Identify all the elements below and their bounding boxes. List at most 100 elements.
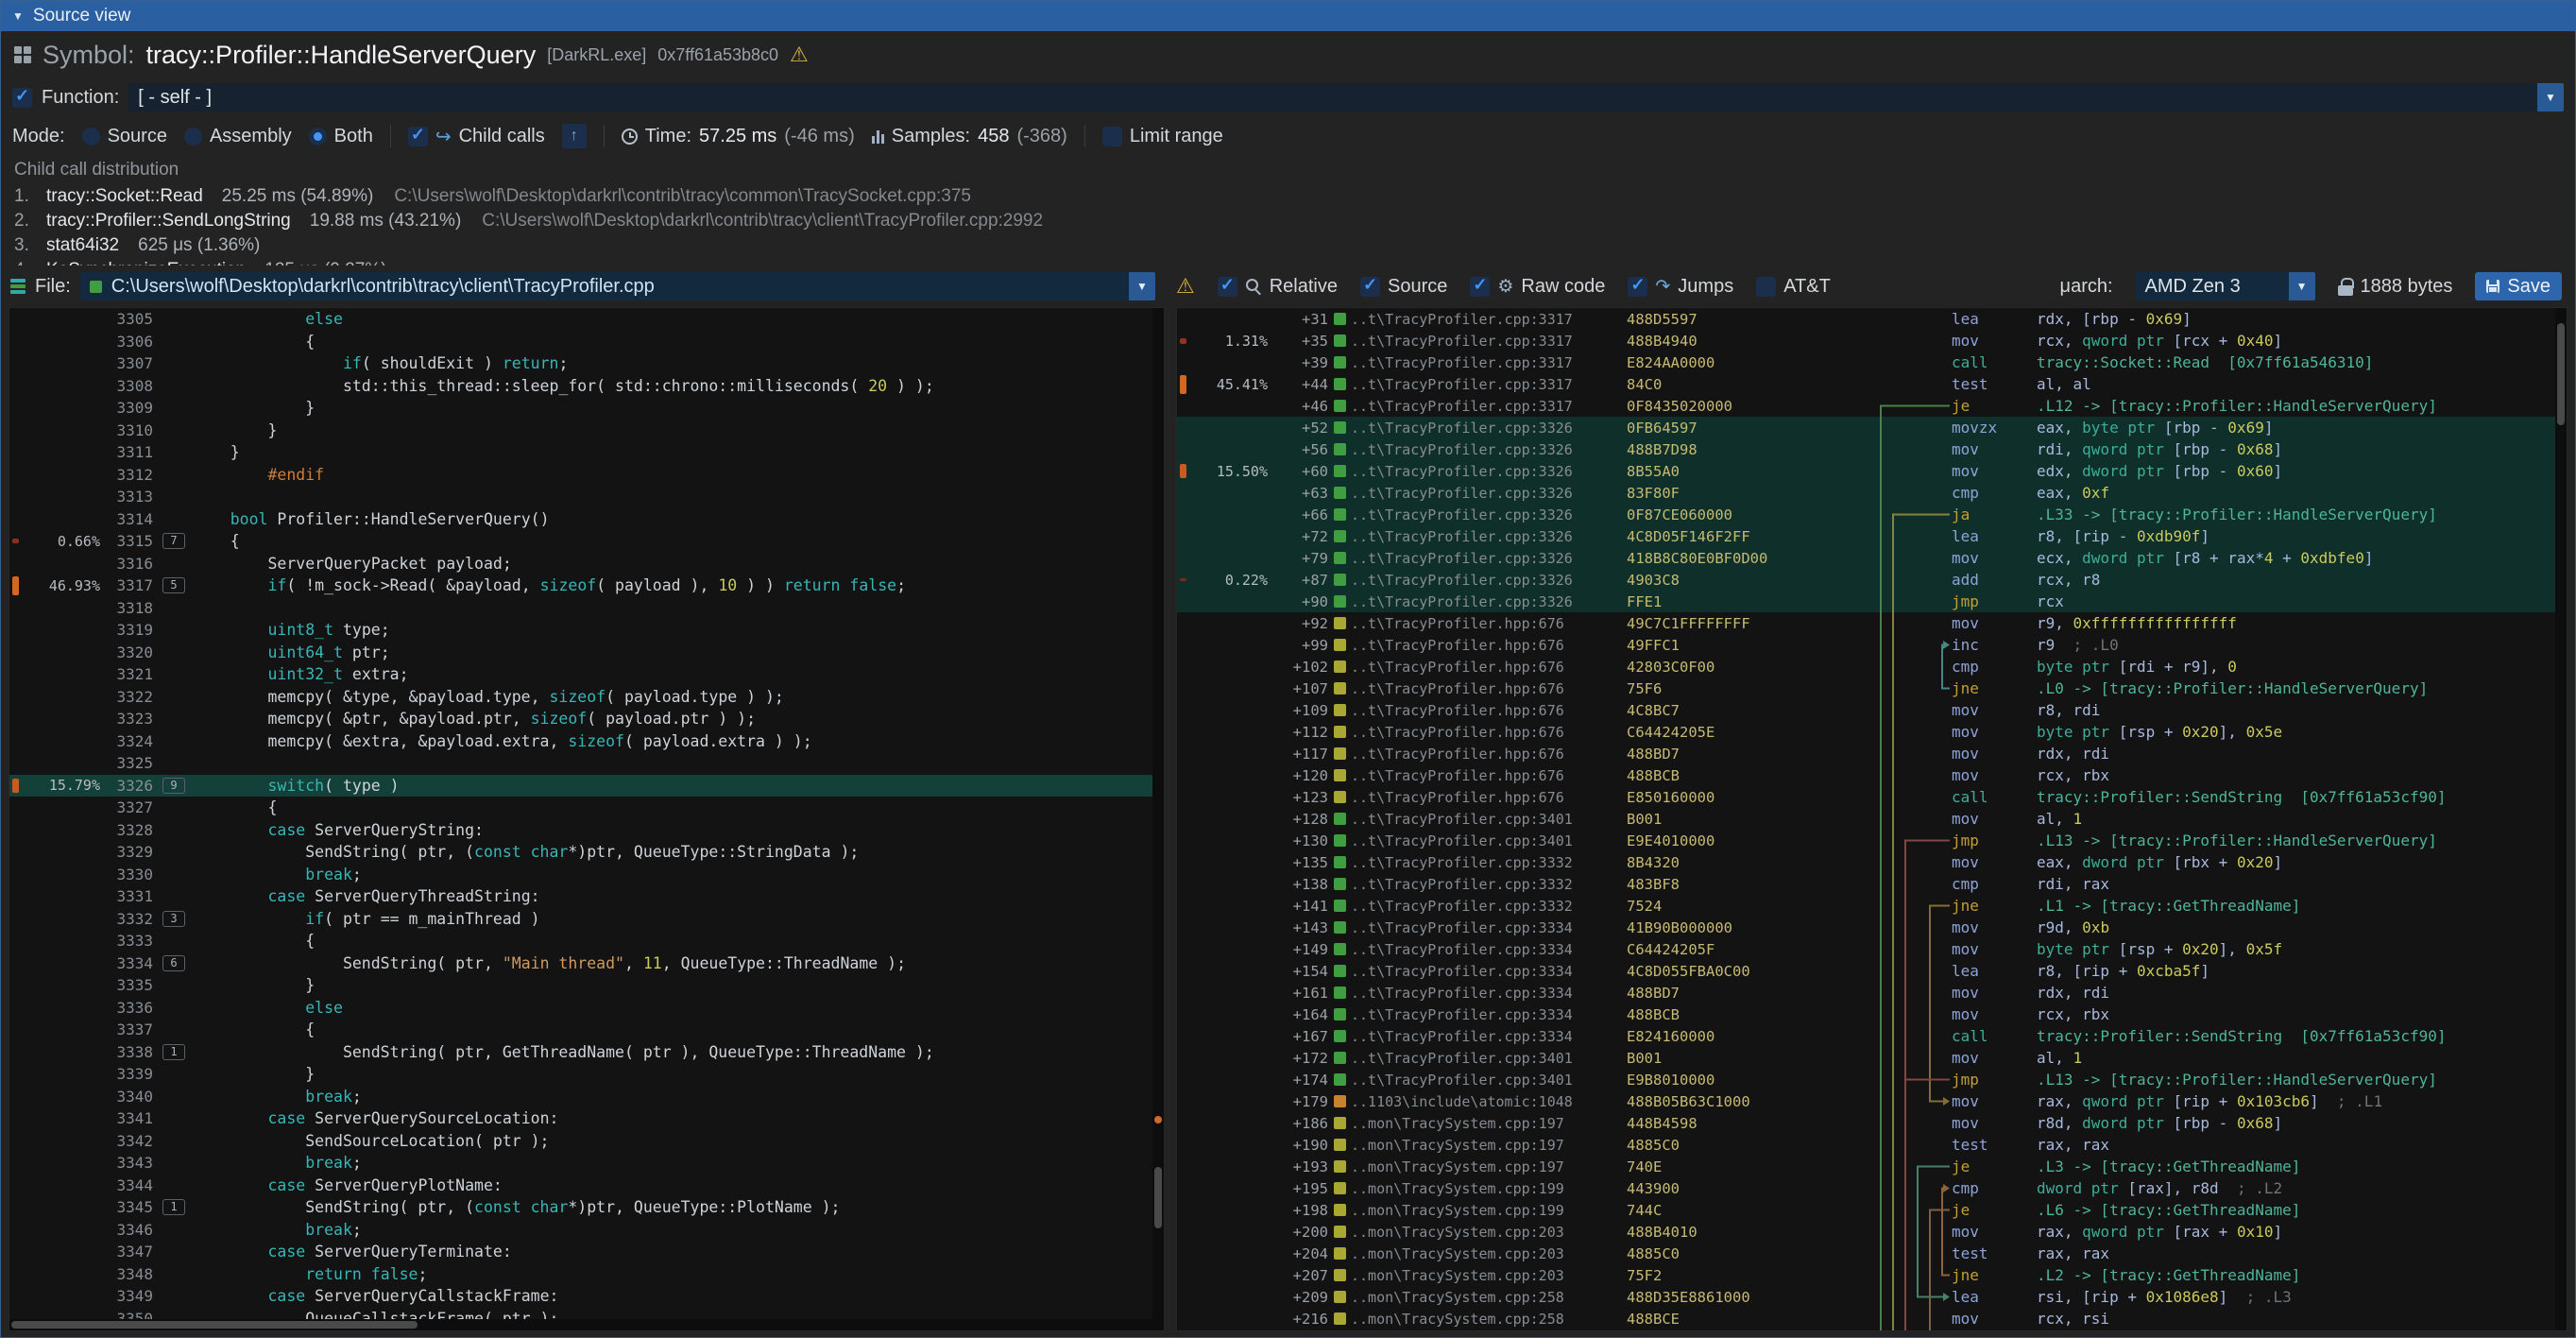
source-line[interactable]: 3324 memcpy( &extra, &payload.extra, siz…	[9, 730, 1164, 753]
chevron-down-icon[interactable]: ▼	[2289, 272, 2315, 300]
asm-source-location[interactable]: ..t\TracyProfiler.cpp:3326	[1351, 463, 1627, 480]
asm-row[interactable]: +204 ..mon\TracySystem.cpp:203 4885C0 te…	[1177, 1243, 2567, 1264]
asm-row[interactable]: +66 ..t\TracyProfiler.cpp:3326 0F87CE060…	[1177, 504, 2567, 525]
asm-row[interactable]: +141 ..t\TracyProfiler.cpp:3332 7524 jne…	[1177, 895, 2567, 917]
att-toggle[interactable]: AT&T	[1756, 276, 1831, 298]
scrollbar-thumb[interactable]	[11, 1321, 418, 1329]
asm-row[interactable]: +63 ..t\TracyProfiler.cpp:3326 83F80F cm…	[1177, 482, 2567, 504]
asm-source-location[interactable]: ..mon\TracySystem.cpp:258	[1351, 1289, 1627, 1306]
file-combo[interactable]: C:\Users\wolf\Desktop\darkrl\contrib\tra…	[80, 272, 1155, 300]
asm-row[interactable]: +193 ..mon\TracySystem.cpp:197 740E je .…	[1177, 1156, 2567, 1177]
asm-source-location[interactable]: ..t\TracyProfiler.hpp:676	[1351, 789, 1627, 806]
source-line[interactable]: 3342 SendSourceLocation( ptr );	[9, 1130, 1164, 1153]
source-line[interactable]: 3343 break;	[9, 1152, 1164, 1175]
asm-row[interactable]: +46 ..t\TracyProfiler.cpp:3317 0F8435020…	[1177, 395, 2567, 417]
asm-source-location[interactable]: ..1103\include\atomic:1048	[1351, 1093, 1627, 1110]
asm-row[interactable]: +149 ..t\TracyProfiler.cpp:3334 C6442420…	[1177, 938, 2567, 960]
asm-source-location[interactable]: ..t\TracyProfiler.cpp:3401	[1351, 832, 1627, 849]
asm-source-location[interactable]: ..t\TracyProfiler.hpp:676	[1351, 680, 1627, 697]
asm-row[interactable]: +161 ..t\TracyProfiler.cpp:3334 488BD7 m…	[1177, 982, 2567, 1004]
child-call-entry[interactable]: 2. tracy::Profiler::SendLongString 19.88…	[14, 209, 2562, 233]
asm-source-location[interactable]: ..mon\TracySystem.cpp:197	[1351, 1115, 1627, 1132]
asm-row[interactable]: +90 ..t\TracyProfiler.cpp:3326 FFE1 jmp …	[1177, 591, 2567, 612]
source-line[interactable]: 3341 case ServerQuerySourceLocation:	[9, 1107, 1164, 1130]
asm-source-location[interactable]: ..mon\TracySystem.cpp:197	[1351, 1158, 1627, 1175]
child-calls-checkbox[interactable]	[408, 127, 428, 146]
asm-row[interactable]: +107 ..t\TracyProfiler.hpp:676 75F6 jne …	[1177, 678, 2567, 699]
asm-row[interactable]: +102 ..t\TracyProfiler.hpp:676 42803C0F0…	[1177, 656, 2567, 678]
asm-source-location[interactable]: ..t\TracyProfiler.cpp:3334	[1351, 941, 1627, 958]
source-line[interactable]: 3349 case ServerQueryCallstackFrame:	[9, 1285, 1164, 1308]
asm-row[interactable]: 0.22% +87 ..t\TracyProfiler.cpp:3326 490…	[1177, 569, 2567, 591]
source-line[interactable]: 3339 }	[9, 1063, 1164, 1086]
radio-both[interactable]	[309, 128, 327, 146]
source-checkbox[interactable]	[1360, 277, 1380, 297]
source-line[interactable]: 3314 bool Profiler::HandleServerQuery()	[9, 508, 1164, 531]
relative-toggle[interactable]: Relative	[1218, 276, 1338, 298]
source-line[interactable]: 3323 memcpy( &ptr, &payload.ptr, sizeof(…	[9, 708, 1164, 730]
source-horizontal-scrollbar[interactable]	[9, 1319, 1152, 1330]
child-call-entry[interactable]: 1. tracy::Socket::Read 25.25 ms (54.89%)…	[14, 184, 2562, 209]
source-line[interactable]: 3338 1 SendString( ptr, GetThreadName( p…	[9, 1041, 1164, 1064]
child-call-entry[interactable]: 4. KeSynchronizeExecution 125 μs (0.27%)	[14, 258, 2562, 266]
source-line[interactable]: 3331 case ServerQueryThreadString:	[9, 885, 1164, 908]
asm-source-location[interactable]: ..mon\TracySystem.cpp:203	[1351, 1245, 1627, 1262]
source-line[interactable]: 3337 {	[9, 1019, 1164, 1041]
source-vertical-scrollbar[interactable]	[1152, 308, 1164, 1330]
asm-source-location[interactable]: ..t\TracyProfiler.hpp:676	[1351, 659, 1627, 676]
asm-source-location[interactable]: ..mon\TracySystem.cpp:199	[1351, 1202, 1627, 1219]
asm-row[interactable]: +117 ..t\TracyProfiler.hpp:676 488BD7 mo…	[1177, 743, 2567, 764]
asm-source-location[interactable]: ..t\TracyProfiler.cpp:3317	[1351, 311, 1627, 328]
source-line[interactable]: 3340 break;	[9, 1086, 1164, 1108]
asm-source-location[interactable]: ..t\TracyProfiler.cpp:3326	[1351, 593, 1627, 610]
mode-option-both[interactable]: Both	[309, 126, 373, 147]
source-line[interactable]: 3322 memcpy( &type, &payload.type, sizeo…	[9, 686, 1164, 709]
source-line[interactable]: 3316 ServerQueryPacket payload;	[9, 553, 1164, 575]
asm-row[interactable]: +109 ..t\TracyProfiler.hpp:676 4C8BC7 mo…	[1177, 699, 2567, 721]
chevron-down-icon[interactable]: ▼	[2537, 83, 2564, 112]
asm-source-location[interactable]: ..t\TracyProfiler.cpp:3326	[1351, 572, 1627, 589]
asm-row[interactable]: +123 ..t\TracyProfiler.hpp:676 E85016000…	[1177, 786, 2567, 808]
asm-source-location[interactable]: ..t\TracyProfiler.cpp:3332	[1351, 876, 1627, 893]
asm-row[interactable]: +56 ..t\TracyProfiler.cpp:3326 488B7D98 …	[1177, 438, 2567, 460]
asm-source-location[interactable]: ..t\TracyProfiler.cpp:3326	[1351, 550, 1627, 567]
asm-source-location[interactable]: ..t\TracyProfiler.cpp:3334	[1351, 963, 1627, 980]
asm-row[interactable]: +190 ..mon\TracySystem.cpp:197 4885C0 te…	[1177, 1134, 2567, 1156]
asm-row[interactable]: +207 ..mon\TracySystem.cpp:203 75F2 jne …	[1177, 1264, 2567, 1286]
source-toggle[interactable]: Source	[1360, 276, 1447, 298]
source-line[interactable]: 3345 1 SendString( ptr, (const char*)ptr…	[9, 1196, 1164, 1219]
att-checkbox[interactable]	[1756, 277, 1776, 297]
asm-source-location[interactable]: ..t\TracyProfiler.hpp:676	[1351, 702, 1627, 719]
source-line[interactable]: 3318	[9, 597, 1164, 620]
asm-source-location[interactable]: ..t\TracyProfiler.cpp:3332	[1351, 854, 1627, 871]
source-line[interactable]: 3344 case ServerQueryPlotName:	[9, 1175, 1164, 1197]
asm-row[interactable]: +120 ..t\TracyProfiler.hpp:676 488BCB mo…	[1177, 764, 2567, 786]
asm-row[interactable]: +143 ..t\TracyProfiler.cpp:3334 41B90B00…	[1177, 917, 2567, 938]
asm-row[interactable]: +128 ..t\TracyProfiler.cpp:3401 B001 mov…	[1177, 808, 2567, 830]
source-line[interactable]: 3321 uint32_t extra;	[9, 663, 1164, 686]
source-line[interactable]: 3309 }	[9, 397, 1164, 420]
source-line[interactable]: 3334 6 SendString( ptr, "Main thread", 1…	[9, 952, 1164, 975]
asm-row[interactable]: +52 ..t\TracyProfiler.cpp:3326 0FB64597 …	[1177, 417, 2567, 438]
asm-row[interactable]: +135 ..t\TracyProfiler.cpp:3332 8B4320 m…	[1177, 851, 2567, 873]
asm-source-location[interactable]: ..t\TracyProfiler.cpp:3334	[1351, 1028, 1627, 1045]
source-line[interactable]: 3348 return false;	[9, 1263, 1164, 1286]
relative-checkbox[interactable]	[1218, 277, 1237, 297]
asm-source-location[interactable]: ..t\TracyProfiler.cpp:3401	[1351, 811, 1627, 828]
asm-source-location[interactable]: ..t\TracyProfiler.hpp:676	[1351, 615, 1627, 632]
asm-source-location[interactable]: ..t\TracyProfiler.cpp:3317	[1351, 354, 1627, 371]
asm-row[interactable]: +99 ..t\TracyProfiler.hpp:676 49FFC1 inc…	[1177, 634, 2567, 656]
raw-code-checkbox[interactable]	[1470, 277, 1490, 297]
scrollbar-thumb[interactable]	[1154, 1167, 1162, 1228]
source-line[interactable]: 46.93% 3317 5 if( !m_sock->Read( &payloa…	[9, 575, 1164, 597]
source-line[interactable]: 3328 case ServerQueryString:	[9, 819, 1164, 842]
asm-row[interactable]: +79 ..t\TracyProfiler.cpp:3326 418B8C80E…	[1177, 547, 2567, 569]
child-calls-toggle[interactable]: ↪ Child calls	[408, 125, 545, 148]
mode-option-assembly[interactable]: Assembly	[184, 126, 292, 147]
asm-row[interactable]: +200 ..mon\TracySystem.cpp:203 488B4010 …	[1177, 1221, 2567, 1243]
source-line[interactable]: 3312 #endif	[9, 464, 1164, 487]
source-line[interactable]: 3305 else	[9, 308, 1164, 331]
asm-row[interactable]: +167 ..t\TracyProfiler.cpp:3334 E8241600…	[1177, 1025, 2567, 1047]
asm-row[interactable]: +174 ..t\TracyProfiler.cpp:3401 E9B80100…	[1177, 1069, 2567, 1090]
asm-row[interactable]: +130 ..t\TracyProfiler.cpp:3401 E9E40100…	[1177, 830, 2567, 851]
